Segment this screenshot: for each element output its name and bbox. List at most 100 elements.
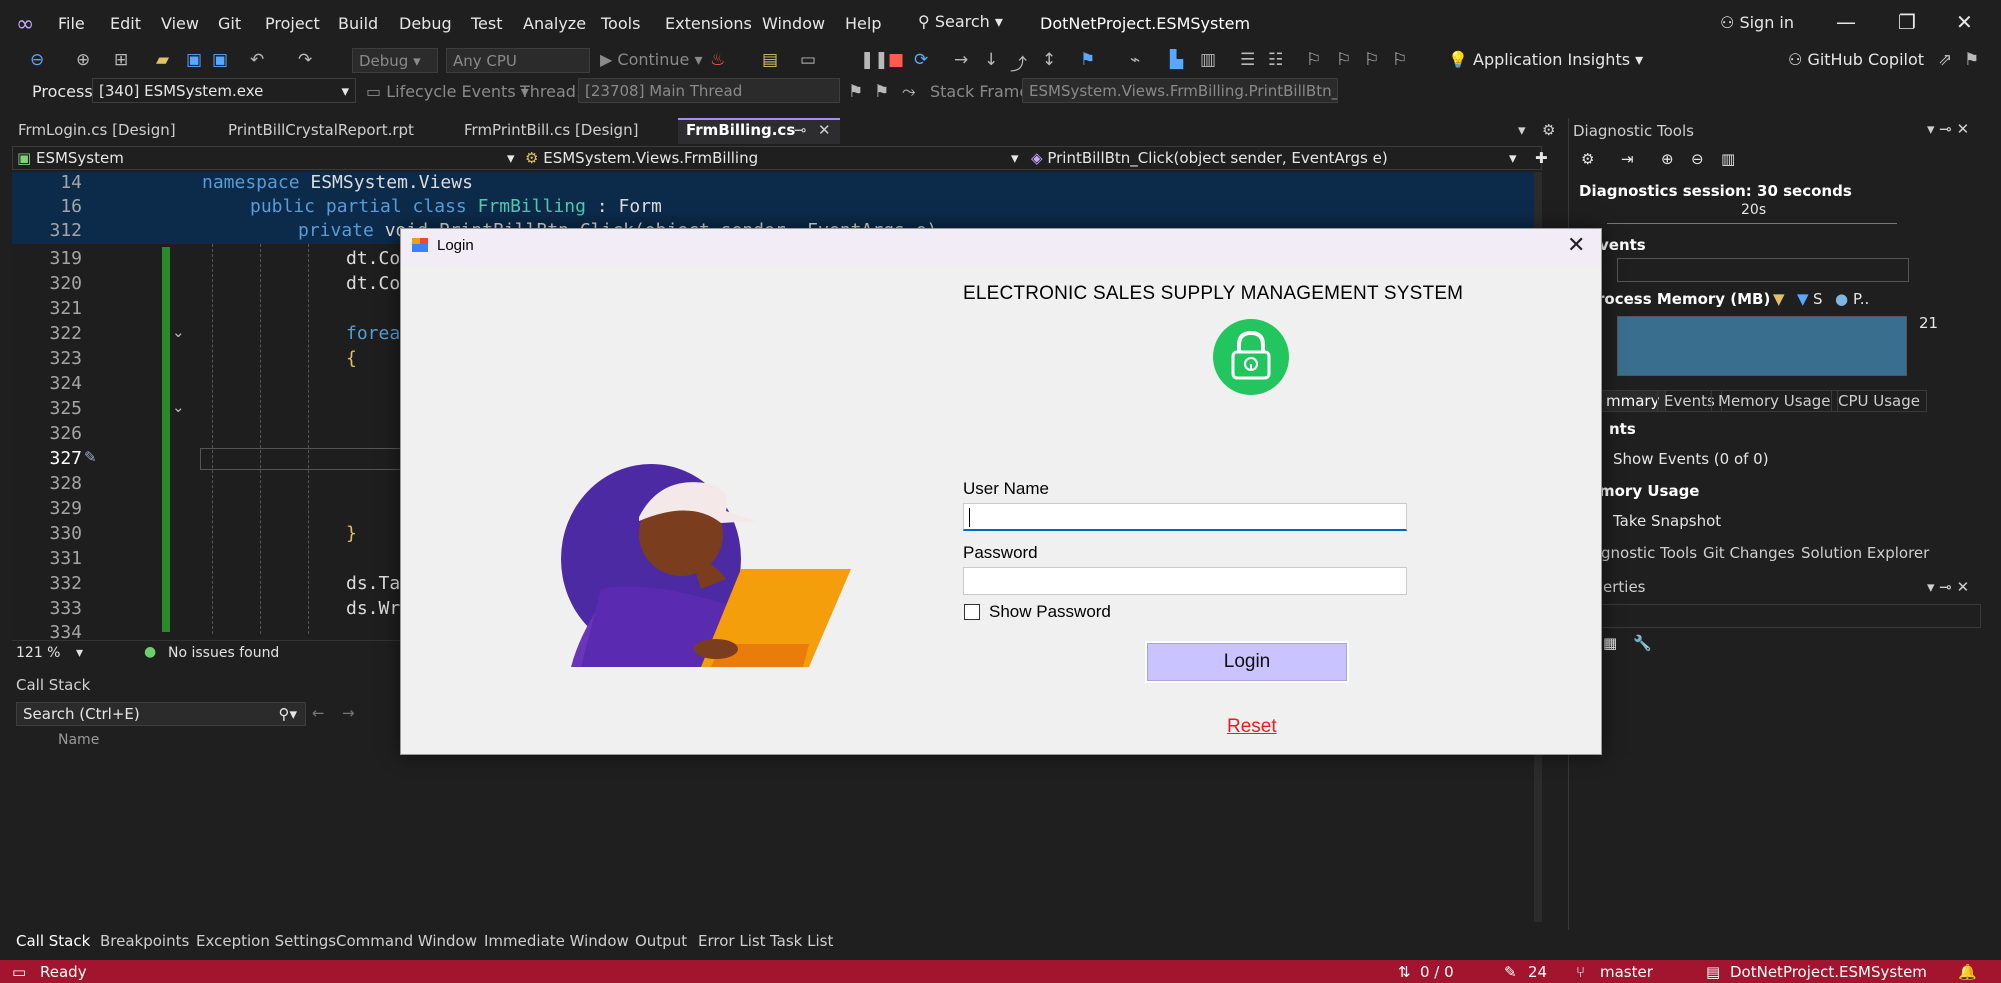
stack-frame-select[interactable]: ESMSystem.Views.FrmBilling.PrintBillBtn_… [1022,78,1338,103]
bookmark-next-icon[interactable]: ⚐ [1364,50,1379,70]
step-over-icon[interactable]: ↓ [984,50,998,70]
step-into-icon[interactable]: → [954,50,968,70]
tab-error-list[interactable]: Error List [698,932,766,950]
configuration-select[interactable]: Debug ▾ [352,48,438,73]
wrench-icon[interactable]: 🔧 [1633,634,1652,652]
login-button[interactable]: Login [1145,641,1349,683]
menu-git[interactable]: Git [218,14,241,33]
tab-close-icon[interactable]: ✕ [818,121,831,139]
tab-call-stack[interactable]: Call Stack [16,932,90,950]
bookmark-clear-icon[interactable]: ⚐ [1392,50,1407,70]
tab-immediate-window[interactable]: Immediate Window [484,932,629,950]
forward-arrow-icon[interactable]: → [342,704,355,722]
username-input[interactable] [963,503,1407,531]
menu-tools[interactable]: Tools [601,14,640,33]
tab-frmlogin-design[interactable]: FrmLogin.cs [Design] [18,121,176,139]
chevron-down-icon[interactable]: ▾ [76,645,83,661]
commits-count[interactable]: 0 / 0 [1420,963,1454,981]
show-password-label[interactable]: Show Password [989,602,1111,622]
column-header-name[interactable]: Name [58,732,99,748]
save-icon[interactable]: ▣ [186,50,202,70]
step-back-icon[interactable]: ↕ [1042,50,1056,70]
menu-test[interactable]: Test [471,14,503,33]
flag-thread-icon[interactable]: ⚑ [848,82,863,102]
collapse-icon[interactable]: ⌄ [172,398,185,416]
bookmark-prev-icon[interactable]: ⚐ [1336,50,1351,70]
outdent-icon[interactable]: ☷ [1268,50,1283,70]
member-dropdown[interactable]: ◈ PrintBillBtn_Click(object sender, Even… [1031,149,1521,167]
menu-debug[interactable]: Debug [399,14,452,33]
process-memory-graph[interactable] [1617,316,1907,376]
show-flagged-icon[interactable]: ⚑ [874,82,889,102]
menu-edit[interactable]: Edit [110,14,141,33]
menu-window[interactable]: Window [762,14,825,33]
panel-tab-diagnostic-tools[interactable]: gnostic Tools [1601,544,1697,562]
call-stack-search[interactable]: Search (Ctrl+E) ⚲▾ [16,702,306,726]
github-copilot-button[interactable]: ⚇ GitHub Copilot [1788,50,1924,69]
redo-icon[interactable]: ↷ [298,50,312,70]
search-button[interactable]: ⚲ Search ▾ [918,12,1003,31]
property-pages-icon[interactable]: ▦ [1603,634,1617,652]
restore-icon[interactable]: ❐ [1898,10,1916,34]
pin-icon[interactable]: ⊸ [794,121,807,139]
thread-select[interactable]: [23708] Main Thread [578,78,840,103]
tab-printbill-crystal-report[interactable]: PrintBillCrystalReport.rpt [228,121,414,139]
select-tools-icon[interactable]: ⇥ [1621,150,1634,168]
browse-icon[interactable]: ▤ [762,50,778,70]
new-project-icon[interactable]: ⊞ [114,50,128,70]
restart-icon[interactable]: ⟳ [914,50,928,70]
tab-list-icon[interactable]: ▾ [1518,121,1526,139]
application-insights-button[interactable]: 💡 Application Insights ▾ [1448,50,1643,69]
panel-tab-solution-explorer[interactable]: Solution Explorer [1801,544,1929,562]
events-track[interactable] [1617,258,1909,282]
reset-link[interactable]: Reset [1227,716,1277,738]
branch-name[interactable]: master [1600,963,1653,981]
panel-tab-git-changes[interactable]: Git Changes [1703,544,1795,562]
process-select[interactable]: [340] ESMSystem.exe ▾ [92,78,356,103]
forward-icon[interactable]: ⊕ [76,50,90,70]
collapse-icon[interactable]: ⌄ [172,323,185,341]
bookmark-icon[interactable]: ⚐ [1306,50,1321,70]
comment-icon[interactable]: ▙ [1170,50,1183,70]
indent-icon[interactable]: ☰ [1240,50,1255,70]
menu-extensions[interactable]: Extensions [665,14,752,33]
breakpoint-tools-icon[interactable]: ⚑ [1080,50,1095,70]
tab-command-window[interactable]: Command Window [336,932,477,950]
back-icon[interactable]: ⊖ [30,50,44,70]
menu-analyze[interactable]: Analyze [523,14,586,33]
take-snapshot-link[interactable]: Take Snapshot [1613,512,1721,530]
uncomment-icon[interactable]: ▥ [1200,50,1216,70]
project-dropdown[interactable]: ▣ ESMSystem ▾ [17,149,517,167]
save-all-icon[interactable]: ▣ [212,50,228,70]
tab-task-list[interactable]: Task List [770,932,833,950]
class-dropdown[interactable]: ⚙ ESMSystem.Views.FrmBilling ▾ [525,149,1023,167]
window-options-icon[interactable]: ▾ ⊸ ✕ [1927,120,1969,138]
hex-icon[interactable]: ⌁ [1130,50,1140,70]
login-title-bar[interactable] [401,229,1601,266]
zoom-in-icon[interactable]: ⊕ [1661,150,1674,168]
menu-build[interactable]: Build [338,14,378,33]
zoom-level[interactable]: 121 % [16,645,60,661]
notification-bell-icon[interactable]: 🔔 [1958,963,1977,981]
menu-view[interactable]: View [161,14,199,33]
tab-output[interactable]: Output [635,932,687,950]
open-folder-icon[interactable]: ▰ [156,50,169,70]
chart-icon[interactable]: ▥ [1721,150,1735,168]
tab-memory-usage[interactable]: Memory Usage [1711,390,1838,412]
menu-help[interactable]: Help [845,14,881,33]
feedback-icon[interactable]: ⚑ [1964,50,1979,70]
tab-cpu-usage[interactable]: CPU Usage [1831,390,1928,412]
split-icon[interactable]: ✚ [1535,149,1548,167]
pause-icon[interactable]: ❚❚ [860,50,889,70]
back-arrow-icon[interactable]: ← [312,704,325,722]
properties-object-select[interactable] [1599,604,1981,628]
tab-frmprintbill-design[interactable]: FrmPrintBill.cs [Design] [464,121,638,139]
window-options-icon[interactable]: ▾ ⊸ ✕ [1927,578,1969,596]
close-icon[interactable]: ✕ [1956,10,1973,34]
step-out-icon[interactable]: ⤴ [1010,50,1027,75]
hot-reload-icon[interactable]: ♨ [710,50,725,70]
changes-count[interactable]: 24 [1528,963,1547,981]
repository-name[interactable]: DotNetProject.ESMSystem [1730,963,1927,981]
tab-frmbilling-cs[interactable]: FrmBilling.cs [686,121,795,139]
sign-in-button[interactable]: ⚇ Sign in [1720,13,1794,32]
